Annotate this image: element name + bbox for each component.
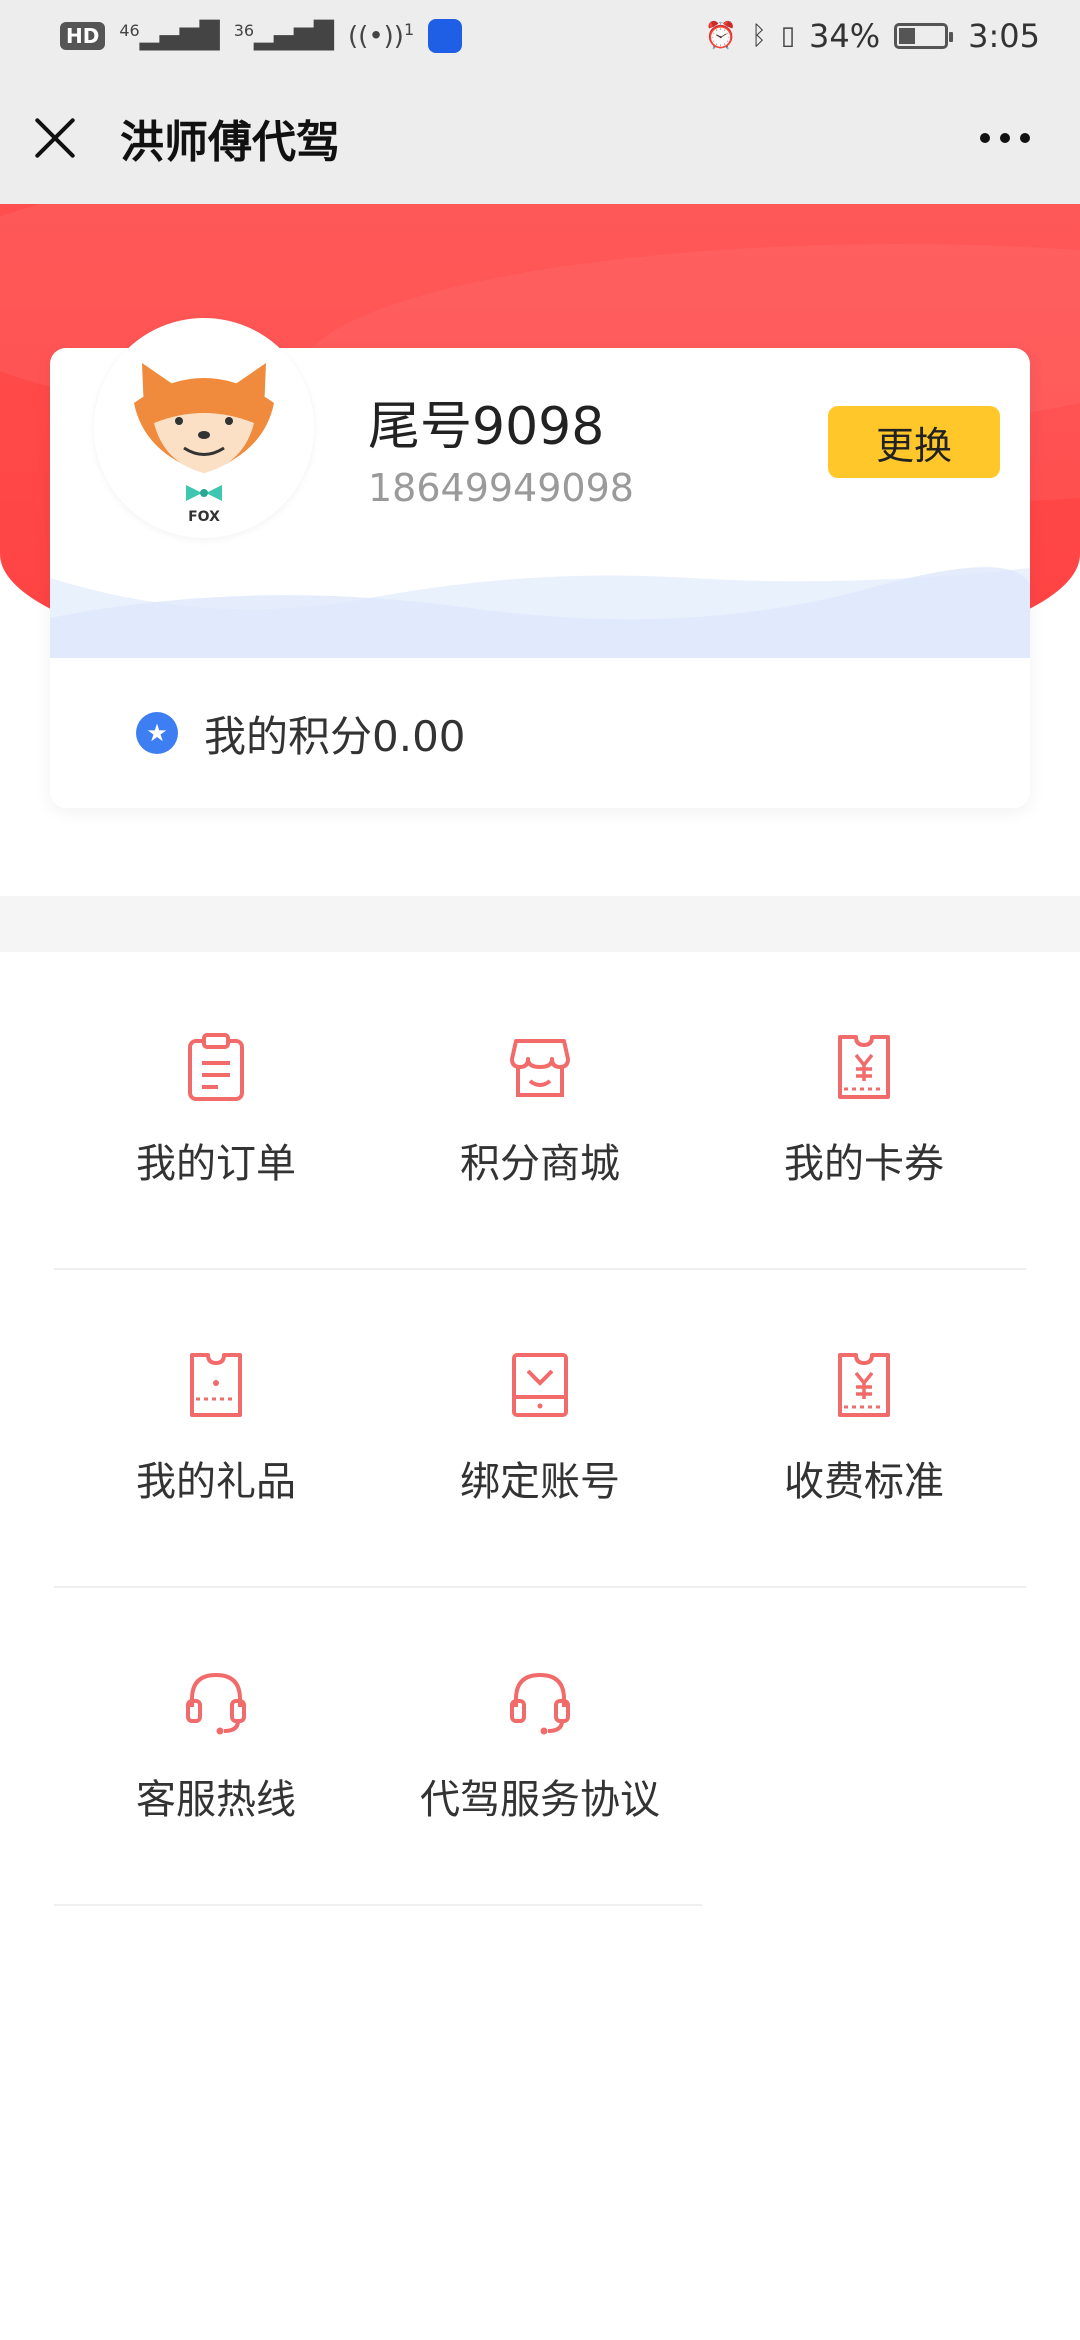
menu-row-2: 我的礼品 绑定账号 收费标准 bbox=[54, 1270, 1026, 1588]
menu-label: 绑定账号 bbox=[460, 1459, 620, 1505]
points-label: 我的积分0.00 bbox=[204, 711, 466, 761]
menu-label: 收费标准 bbox=[784, 1459, 944, 1505]
status-left: HD 46▂▄▆█ 36▂▄▆█ ((•))1 bbox=[60, 19, 463, 53]
shop-icon bbox=[510, 1039, 570, 1097]
section-divider bbox=[0, 896, 1080, 952]
menu-label: 积分商城 bbox=[460, 1141, 620, 1187]
menu-item-service-agreement[interactable]: 代驾服务协议 bbox=[378, 1588, 702, 1904]
menu-label: 代驾服务协议 bbox=[420, 1777, 660, 1823]
bluetooth-icon: ᛒ bbox=[751, 21, 767, 51]
menu-item-gifts[interactable]: 我的礼品 bbox=[54, 1270, 378, 1586]
menu-row-3: 客服热线 代驾服务协议 bbox=[54, 1588, 702, 1906]
battery-percent: 34% bbox=[809, 17, 881, 55]
menu-item-coupons[interactable]: 我的卡券 bbox=[702, 952, 1026, 1268]
user-phone: 18649949098 bbox=[368, 466, 634, 510]
avatar[interactable]: FOX bbox=[94, 318, 314, 538]
close-icon[interactable] bbox=[30, 113, 80, 163]
menu-item-orders[interactable]: 我的订单 bbox=[54, 952, 378, 1268]
menu-item-bind-account[interactable]: 绑定账号 bbox=[378, 1270, 702, 1586]
points-star-icon: ★ bbox=[136, 712, 178, 754]
menu-row-1: 我的订单 积分商城 我的卡券 bbox=[54, 952, 1026, 1270]
menu-item-fee-standard[interactable]: 收费标准 bbox=[702, 1270, 1026, 1586]
menu-item-customer-service[interactable]: 客服热线 bbox=[54, 1588, 378, 1904]
headset-icon bbox=[186, 1672, 246, 1735]
headset-icon bbox=[510, 1672, 570, 1735]
coupon-icon bbox=[838, 1035, 890, 1099]
menu-label: 我的礼品 bbox=[136, 1459, 296, 1505]
app-notification-icon bbox=[428, 19, 463, 53]
clock: 3:05 bbox=[968, 17, 1040, 55]
hd-icon: HD bbox=[60, 22, 106, 50]
signal-3g-icon: 36▂▄▆█ bbox=[233, 21, 335, 51]
status-right: ⏰ ᛒ ▯ 34% 3:05 bbox=[705, 17, 1040, 55]
hotspot-icon: ((•))1 bbox=[348, 20, 415, 52]
page-title: 洪师傅代驾 bbox=[120, 117, 340, 168]
menu-label: 我的卡券 bbox=[784, 1141, 944, 1187]
menu-item-points-mall[interactable]: 积分商城 bbox=[378, 952, 702, 1268]
avatar-caption: FOX bbox=[188, 509, 220, 523]
clipboard-icon bbox=[188, 1033, 244, 1101]
fee-icon bbox=[838, 1353, 890, 1417]
user-name: 尾号9098 bbox=[368, 397, 605, 457]
bind-account-icon bbox=[512, 1353, 568, 1417]
card-wave-decoration bbox=[50, 567, 1030, 658]
status-bar: HD 46▂▄▆█ 36▂▄▆█ ((•))1 ⏰ ᛒ ▯ 34% 3:05 bbox=[0, 0, 1080, 72]
menu-label: 我的订单 bbox=[136, 1141, 296, 1187]
fox-avatar-icon: FOX bbox=[134, 363, 274, 523]
menu-label: 客服热线 bbox=[136, 1777, 296, 1823]
gift-ticket-icon bbox=[190, 1353, 242, 1417]
points-row[interactable]: ★ 我的积分0.00 bbox=[50, 658, 1030, 808]
change-account-button[interactable]: 更换 bbox=[828, 406, 1000, 478]
battery-icon bbox=[894, 23, 954, 49]
signal-4g-icon: 46▂▄▆█ bbox=[119, 21, 220, 51]
alarm-icon: ⏰ bbox=[704, 21, 738, 51]
vibrate-icon: ▯ bbox=[780, 21, 796, 51]
nav-bar: 洪师傅代驾 bbox=[0, 72, 1080, 204]
more-options-icon[interactable] bbox=[980, 133, 1030, 143]
